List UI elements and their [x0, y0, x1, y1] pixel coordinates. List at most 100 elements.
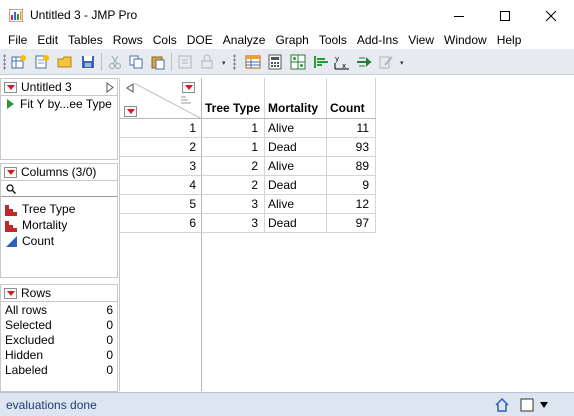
column-item[interactable]: Mortality: [1, 217, 117, 233]
copy-icon: [129, 55, 143, 69]
open-button[interactable]: [56, 53, 74, 71]
table-cell[interactable]: Alive: [265, 119, 327, 138]
cut-button[interactable]: [106, 53, 124, 71]
copy-button[interactable]: [127, 53, 145, 71]
row-number[interactable]: 6: [120, 214, 202, 233]
new-script-button[interactable]: [33, 53, 51, 71]
tabulate-button[interactable]: [266, 53, 284, 71]
column-header-count[interactable]: Count: [327, 78, 376, 119]
paste-button[interactable]: [149, 53, 167, 71]
menu-view[interactable]: View: [403, 31, 439, 49]
maximize-button[interactable]: [482, 0, 528, 31]
column-item[interactable]: Tree Type: [1, 201, 117, 217]
row-number[interactable]: 1: [120, 119, 202, 138]
table-cell[interactable]: 1: [202, 119, 265, 138]
table-cell[interactable]: 2: [202, 157, 265, 176]
rows-red-triangle-icon[interactable]: [124, 106, 137, 117]
show-embedded-log-button[interactable]: [176, 53, 194, 71]
continuous-triangle-icon: [6, 235, 17, 247]
grid-corner[interactable]: [120, 78, 202, 119]
table-cell[interactable]: 11: [327, 119, 376, 138]
graph-builder-button[interactable]: [289, 53, 307, 71]
rows-stat: All rows 6: [1, 303, 117, 318]
columns-red-triangle-icon[interactable]: [182, 82, 195, 93]
column-header-tree-type[interactable]: Tree Type: [202, 78, 265, 119]
red-triangle-menu-icon[interactable]: [4, 81, 17, 93]
distribution-button[interactable]: [311, 53, 329, 71]
table-cell[interactable]: Dead: [265, 176, 327, 195]
minimize-button[interactable]: [436, 0, 482, 31]
column-item-label: Count: [22, 234, 55, 248]
column-item-label: Mortality: [22, 218, 68, 232]
menu-add-ins[interactable]: Add-Ins: [352, 31, 403, 49]
window-list-dropdown[interactable]: [538, 397, 550, 413]
close-button[interactable]: [528, 0, 574, 31]
home-window-button[interactable]: [494, 397, 510, 413]
data-table-list-button[interactable]: [244, 53, 262, 71]
column-header-mortality[interactable]: Mortality: [265, 78, 327, 119]
menu-tables[interactable]: Tables: [63, 31, 108, 49]
jmp-app-icon: [9, 9, 23, 22]
table-cell[interactable]: 93: [327, 138, 376, 157]
table-script-item[interactable]: Fit Y by...ee Type: [1, 96, 117, 112]
red-triangle-menu-icon[interactable]: [4, 287, 17, 299]
row-number[interactable]: 5: [120, 195, 202, 214]
columns-panel-title: Columns (3/0): [21, 165, 97, 179]
save-button[interactable]: [79, 53, 97, 71]
run-script-icon[interactable]: [7, 99, 14, 109]
toolbar-overflow-chevron-icon[interactable]: ▾: [400, 60, 406, 67]
collapse-left-arrow-icon[interactable]: [126, 83, 134, 93]
rows-stat-label: Excluded: [5, 333, 55, 347]
collapse-arrow-icon[interactable]: [106, 82, 114, 93]
row-number[interactable]: 3: [120, 157, 202, 176]
chevron-down-icon: [540, 402, 548, 408]
row-number[interactable]: 2: [120, 138, 202, 157]
rows-stat-value: 0: [106, 318, 113, 332]
table-cell[interactable]: 89: [327, 157, 376, 176]
menu-edit[interactable]: Edit: [32, 31, 63, 49]
paste-icon: [151, 56, 165, 70]
script-editor-button[interactable]: [377, 53, 395, 71]
table-cell[interactable]: 1: [202, 138, 265, 157]
status-bar: evaluations done: [0, 392, 574, 416]
lock-button[interactable]: [198, 53, 216, 71]
column-header-label: Tree Type: [205, 101, 261, 115]
fit-model-icon: [357, 57, 371, 67]
table-script-label: Fit Y by...ee Type: [20, 97, 112, 111]
rows-stat-value: 0: [106, 348, 113, 362]
table-cell[interactable]: 12: [327, 195, 376, 214]
toolbar-overflow-chevron-icon[interactable]: ▾: [222, 60, 228, 67]
table-cell[interactable]: 97: [327, 214, 376, 233]
table-cell[interactable]: Dead: [265, 138, 327, 157]
toolbar-grip[interactable]: [233, 54, 236, 70]
menu-help[interactable]: Help: [492, 31, 527, 49]
menu-rows[interactable]: Rows: [108, 31, 148, 49]
menu-window[interactable]: Window: [439, 31, 492, 49]
tabulate-icon: [268, 54, 282, 70]
table-cell[interactable]: 3: [202, 195, 265, 214]
toolbar-grip[interactable]: [3, 54, 6, 70]
red-triangle-menu-icon[interactable]: [4, 166, 17, 178]
menu-analyze[interactable]: Analyze: [218, 31, 271, 49]
table-cell[interactable]: Dead: [265, 214, 327, 233]
table-cell[interactable]: Alive: [265, 157, 327, 176]
menu-tools[interactable]: Tools: [314, 31, 352, 49]
rows-stat: Selected 0: [1, 318, 117, 333]
column-item[interactable]: Count: [1, 233, 117, 249]
columns-search-input[interactable]: [1, 181, 117, 197]
table-cell[interactable]: 3: [202, 214, 265, 233]
row-number[interactable]: 4: [120, 176, 202, 195]
table-cell[interactable]: 9: [327, 176, 376, 195]
fit-model-button[interactable]: [355, 53, 373, 71]
toolbar: ▾ yx ▾: [0, 49, 574, 75]
data-grid: Tree Type Mortality Count 1 1 Alive 11 2…: [119, 78, 574, 391]
menu-file[interactable]: File: [3, 31, 32, 49]
table-cell[interactable]: Alive: [265, 195, 327, 214]
menu-cols[interactable]: Cols: [148, 31, 182, 49]
window-list-button[interactable]: [519, 397, 535, 413]
menu-doe[interactable]: DOE: [182, 31, 218, 49]
table-cell[interactable]: 2: [202, 176, 265, 195]
menu-graph[interactable]: Graph: [270, 31, 313, 49]
new-data-table-button[interactable]: [10, 53, 28, 71]
fit-y-by-x-button[interactable]: yx: [333, 53, 351, 71]
